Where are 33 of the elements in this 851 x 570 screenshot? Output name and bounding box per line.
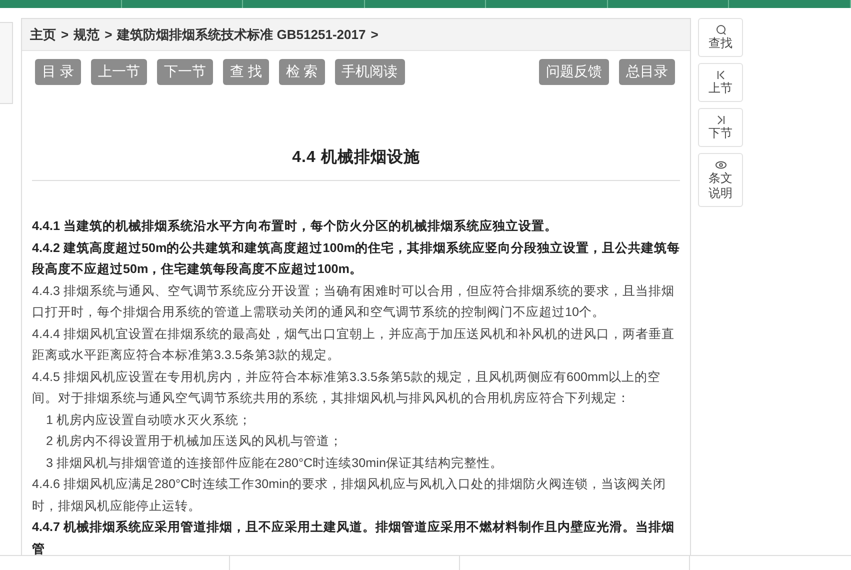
toolbar-button[interactable]: 检 索	[278, 59, 325, 85]
search-icon	[714, 24, 726, 36]
section-title: 4.4 机械排烟设施	[32, 147, 680, 181]
side-nav-button[interactable]: 下节	[698, 108, 743, 147]
skip-back-icon	[714, 69, 726, 81]
breadcrumb-separator: >	[104, 27, 112, 42]
clause-paragraph: 4.4.7 机械排烟系统应采用管道排烟，且不应采用土建风道。排烟管道应采用不燃材料制作且内壁应光滑。当排烟管	[32, 519, 676, 558]
clause-paragraph: 4.4.2 建筑高度超过50m的公共建筑和建筑高度超过100m的住宅，其排烟系统应竖向分段独立设置，且公共建筑每段高度不应超过50m，住宅建筑每段高度不应超过100m。	[32, 240, 680, 278]
side-nav-button[interactable]: 上节	[698, 63, 743, 102]
breadcrumb-link[interactable]: 建筑防烟排烟系统技术标准 GB51251-2017	[117, 26, 366, 44]
side-nav-button[interactable]: 条文说明	[698, 153, 743, 207]
clause-paragraph: 4.4.1 当建筑的机械排烟系统沿水平方向布置时，每个防火分区的机械排烟系统应独立设置。	[32, 218, 559, 235]
list-item: 1 机房内应设置自动喷水灭火系统；	[45, 412, 253, 428]
eye-icon	[714, 159, 726, 171]
breadcrumb-link[interactable]: 主页	[30, 26, 56, 44]
clause-paragraph: 4.4.3 排烟系统与通风、空气调节系统应分开设置；当确有困难时可以合用，但应符合排烟系统的要求，且当排烟口打开时，每个排烟合用系统的管道上需联动关闭的通风和空气调节系统的控制阀门不应超过10个。	[32, 282, 676, 321]
clause-paragraph: 4.4.4 排烟风机宜设置在排烟系统的最高处，烟气出口宜朝上，并应高于加压送风机和补风机的进风口，两者垂直距离或水平距离应符合本标准第3.3.5条第3款的规定。	[32, 326, 676, 364]
skip-forward-icon	[714, 114, 726, 126]
breadcrumb-separator: >	[61, 27, 69, 42]
toolbar-button[interactable]: 目 录	[35, 59, 81, 85]
toolbar-button[interactable]: 手机阅读	[334, 59, 405, 85]
clause-paragraph: 4.4.6 排烟风机应满足280°C时连续工作30min的要求，排烟风机应与风机入口处的排烟防火阀连锁，当该阀关闭时，排烟风机应能停止运转。	[32, 476, 667, 514]
toolbar-button[interactable]: 上一节	[90, 59, 147, 85]
list-item: 3 排烟风机与排烟管道的连接部件应能在280°C时连续30min保证其结构完整性。	[45, 454, 504, 472]
toolbar-button[interactable]: 问题反馈	[539, 59, 609, 85]
toolbar-button[interactable]: 查 找	[222, 59, 269, 85]
toolbar-button[interactable]: 下一节	[156, 59, 213, 85]
toolbar-button[interactable]: 总目录	[619, 59, 675, 85]
list-item: 2 机房内不得设置用于机械加压送风的风机与管道；	[45, 433, 344, 450]
breadcrumb-separator: >	[370, 27, 378, 42]
clause-paragraph: 4.4.5 排烟风机应设置在专用机房内，并应符合本标准第3.3.5条第5款的规定，且风机两侧应有600mm以上的空间。对于排烟系统与通风空气调节系统共用的系统，其排烟风机与排风风机的合用机房应符合下列规定：	[32, 368, 662, 407]
breadcrumb-link[interactable]: 规范	[74, 26, 100, 44]
side-nav-button[interactable]: 查找	[698, 18, 743, 57]
